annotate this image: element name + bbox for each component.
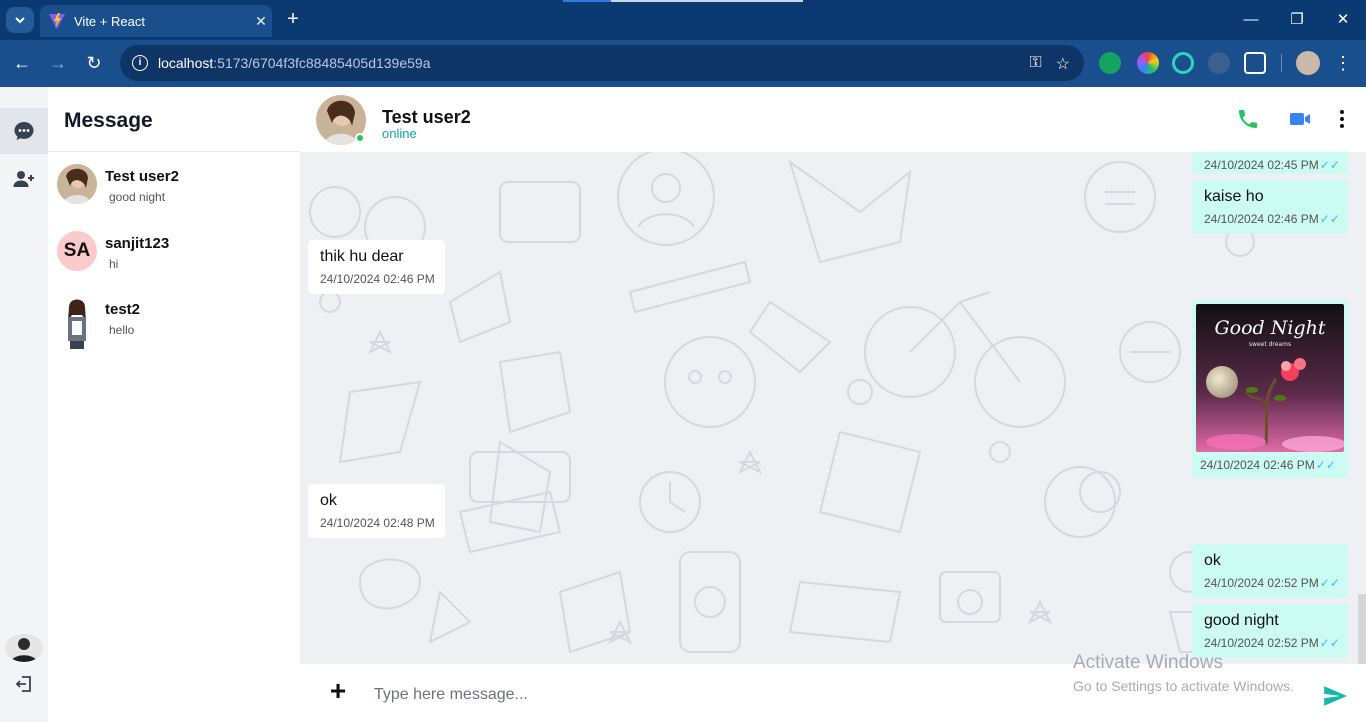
address-bar[interactable]: i localhost:5173/6704f3fc88485405d139e59… (120, 45, 1084, 81)
message-text: ok (320, 492, 337, 509)
outgoing-message[interactable]: 24/10/2024 02:45 PM✓✓ (1192, 152, 1348, 174)
message-timestamp: 24/10/2024 02:46 PM✓✓ (1200, 458, 1336, 472)
chat-bubble-icon (14, 122, 34, 140)
chat-messages-area[interactable]: 24/10/2024 02:45 PM✓✓ kaise ho 24/10/202… (300, 152, 1366, 664)
divider (48, 151, 300, 152)
message-text: kaise ho (1204, 188, 1264, 205)
grammarly-extension-icon[interactable] (1099, 52, 1121, 74)
add-friend-nav-button[interactable] (0, 156, 48, 202)
message-timestamp: 24/10/2024 02:46 PM (320, 272, 435, 286)
svg-text:Good Night: Good Night (1215, 317, 1326, 339)
chat-contact-status: online (382, 126, 417, 141)
chat-contact-name: Test user2 (382, 107, 471, 127)
browser-menu-icon[interactable]: ⋮ (1334, 52, 1352, 74)
tab-close-icon[interactable]: ✕ (250, 13, 272, 30)
contact-name: Test user2 (105, 168, 179, 185)
browser-toolbar: ← → ↻ i localhost:5173/6704f3fc88485405d… (0, 40, 1366, 87)
read-ticks-icon: ✓✓ (1319, 158, 1340, 172)
minimize-button[interactable]: — (1236, 8, 1266, 32)
message-composer: + Activate Windows Go to Settings to act… (300, 652, 1366, 722)
sidebar-title: Message (64, 109, 153, 132)
outgoing-message[interactable]: good night 24/10/2024 02:52 PM✓✓ (1192, 604, 1348, 658)
contact-avatar (57, 164, 97, 204)
reload-button[interactable]: ↻ (82, 51, 106, 75)
read-ticks-icon: ✓✓ (1319, 636, 1340, 650)
tab-title: Vite + React (74, 13, 145, 29)
activate-windows-watermark: Activate Windows Go to Settings to activ… (1073, 652, 1294, 694)
site-info-icon[interactable]: i (132, 55, 148, 71)
toolbar-separator (1281, 54, 1282, 72)
message-timestamp: 24/10/2024 02:46 PM✓✓ (1204, 212, 1340, 226)
chats-nav-button[interactable] (0, 108, 48, 154)
contact-name: test2 (105, 301, 141, 318)
svg-text:sweet dreams: sweet dreams (1249, 341, 1291, 348)
outgoing-message[interactable]: kaise ho 24/10/2024 02:46 PM✓✓ (1192, 180, 1348, 234)
contact-name: sanjit123 (105, 235, 170, 252)
contact-last-message: good night (109, 190, 166, 204)
restore-button[interactable]: ❐ (1282, 8, 1312, 32)
read-ticks-icon: ✓✓ (1319, 576, 1340, 590)
outgoing-message[interactable]: ok 24/10/2024 02:52 PM✓✓ (1192, 544, 1348, 598)
message-timestamp: 24/10/2024 02:45 PM✓✓ (1204, 158, 1340, 172)
user-plus-icon (13, 171, 34, 187)
browser-profile-avatar[interactable] (1296, 51, 1320, 75)
contact-item[interactable]: SA sanjit123 hi (48, 231, 300, 297)
url-text: localhost:5173/6704f3fc88485405d139e59a (158, 55, 431, 71)
phone-icon[interactable] (1236, 107, 1260, 131)
chevron-down-icon (15, 17, 25, 24)
contact-avatar (57, 297, 97, 349)
outgoing-image-message[interactable]: Good Night sweet dreams 24/10/2024 02:46… (1192, 300, 1348, 478)
message-text: good night (1204, 612, 1279, 629)
vite-logo-icon (49, 13, 65, 29)
chat-header: Test user2 online (300, 87, 1366, 152)
contact-item[interactable]: test2 hello (48, 297, 300, 363)
color-extension-icon[interactable] (1137, 52, 1159, 74)
new-tab-button[interactable]: + (282, 8, 304, 32)
key-icon[interactable]: ⚿ (1029, 54, 1041, 74)
contact-last-message: hi (109, 257, 119, 271)
message-timestamp: 24/10/2024 02:52 PM✓✓ (1204, 636, 1340, 650)
read-ticks-icon: ✓✓ (1315, 458, 1336, 472)
more-vertical-icon[interactable] (1330, 107, 1354, 131)
app-nav-rail (0, 87, 48, 722)
good-night-image[interactable]: Good Night sweet dreams (1196, 304, 1344, 452)
contact-initials-avatar: SA (57, 231, 97, 271)
video-icon[interactable] (1288, 107, 1312, 131)
back-button[interactable]: ← (10, 51, 34, 75)
browser-tab[interactable]: Vite + React ✕ (40, 5, 272, 37)
contact-item[interactable]: Test user2 good night (48, 164, 300, 230)
contact-last-message: hello (109, 323, 135, 337)
message-text: ok (1204, 552, 1221, 569)
message-timestamp: 24/10/2024 02:48 PM (320, 516, 435, 530)
bookmark-star-icon[interactable]: ☆ (1056, 54, 1070, 74)
close-window-button[interactable]: ✕ (1328, 8, 1358, 32)
chat-scrollbar[interactable] (1358, 594, 1366, 664)
attach-plus-button[interactable]: + (326, 677, 350, 705)
tab-strip-indicator-active (563, 0, 611, 2)
logout-button[interactable] (0, 661, 48, 707)
logout-icon (15, 676, 31, 692)
conversations-sidebar: Message Test user2 good night SA sanjit1… (48, 87, 300, 722)
read-ticks-icon: ✓✓ (1319, 212, 1340, 226)
extensions-puzzle-icon[interactable] (1244, 52, 1266, 74)
tab-search-button[interactable] (6, 7, 34, 33)
incoming-message[interactable]: thik hu dear 24/10/2024 02:46 PM (308, 240, 445, 294)
message-text: thik hu dear (320, 248, 404, 265)
online-indicator (355, 133, 365, 143)
browser-titlebar: Vite + React ✕ + — ❐ ✕ (0, 0, 1366, 40)
message-timestamp: 24/10/2024 02:52 PM✓✓ (1204, 576, 1340, 590)
current-user-avatar[interactable] (5, 634, 43, 662)
message-input[interactable] (374, 682, 994, 708)
bug-extension-icon[interactable] (1208, 52, 1230, 74)
forward-button[interactable]: → (46, 51, 70, 75)
send-icon[interactable] (1322, 683, 1348, 709)
incoming-message[interactable]: ok 24/10/2024 02:48 PM (308, 484, 445, 538)
target-extension-icon[interactable] (1172, 52, 1194, 74)
